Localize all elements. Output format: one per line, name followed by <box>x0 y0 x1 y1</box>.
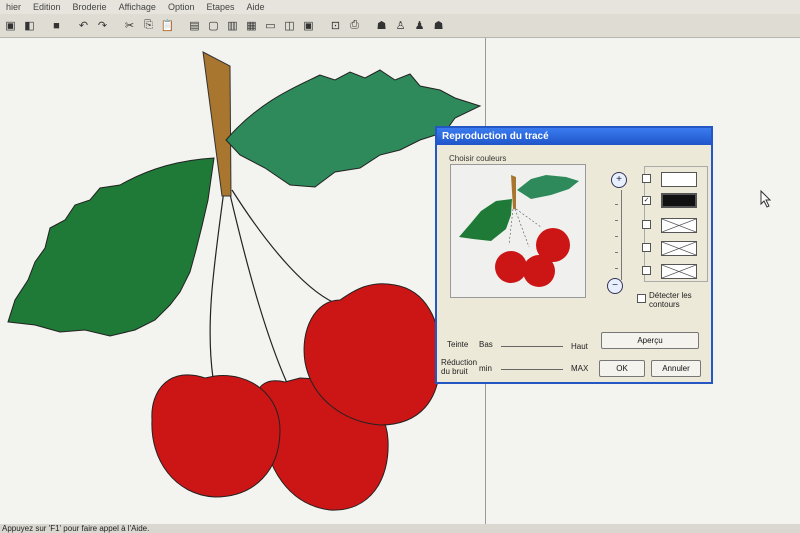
ok-button[interactable]: OK <box>599 360 645 377</box>
menu-item-broderie[interactable]: Broderie <box>67 2 113 12</box>
zoom-tick <box>615 220 618 221</box>
copy-icon[interactable]: ⎘ <box>140 17 157 34</box>
empty-swatch-cross <box>662 242 696 255</box>
cherry-left <box>151 374 281 498</box>
dialog-title[interactable]: Reproduction du tracé <box>437 128 711 145</box>
empty-swatch-cross <box>662 219 696 232</box>
redo-icon[interactable]: ↷ <box>94 17 111 34</box>
leaf-left <box>7 157 215 337</box>
open-icon[interactable]: ▣ <box>2 17 19 34</box>
toolbar: ▣ ◧ ■ ↶ ↷ ✂ ⎘ 📋 ▤ ▢ ▥ ▦ ▭ ◫ ▣ ⊡ ⎙ ☗ ♙ ♟ … <box>0 14 800 38</box>
window-icon[interactable]: ◫ <box>281 17 298 34</box>
color-checkbox-4[interactable] <box>642 243 651 252</box>
toolbar-separator <box>113 17 119 34</box>
zoom-tick <box>615 268 618 269</box>
toolbar-separator <box>40 17 46 34</box>
detect-contours-checkbox[interactable] <box>637 294 646 303</box>
frame-icon[interactable]: ▢ <box>205 17 222 34</box>
print-icon[interactable]: ⎙ <box>346 17 363 34</box>
layer-icon[interactable]: ▥ <box>224 17 241 34</box>
preview-thumbnail <box>459 175 579 287</box>
preview-leaf-left <box>459 199 512 241</box>
noise-label: Réduction du bruit <box>441 358 478 376</box>
preview-cherry-right <box>536 228 570 262</box>
noise-slider[interactable] <box>501 369 563 370</box>
menu-item-file[interactable]: hier <box>0 2 27 12</box>
monitor-icon[interactable]: ⊡ <box>327 17 344 34</box>
trace-dialog: Reproduction du tracé Choisir couleurs +… <box>435 126 713 384</box>
image-icon[interactable]: ▤ <box>186 17 203 34</box>
color-checkbox-5[interactable] <box>642 266 651 275</box>
color-checkbox-1[interactable] <box>642 174 651 183</box>
choose-colors-label: Choisir couleurs <box>449 154 507 163</box>
grid-icon[interactable]: ▦ <box>243 17 260 34</box>
menu-item-affichage[interactable]: Affichage <box>113 2 162 12</box>
save-icon[interactable]: ◧ <box>21 17 38 34</box>
user-icon[interactable]: ☗ <box>373 17 390 34</box>
toolbar-separator <box>319 17 325 34</box>
preview-stems <box>508 208 542 248</box>
color-swatch-3[interactable] <box>661 218 697 233</box>
screen-icon[interactable]: ▭ <box>262 17 279 34</box>
view-icon[interactable]: ▣ <box>300 17 317 34</box>
cancel-button[interactable]: Annuler <box>651 360 701 377</box>
empty-swatch-cross <box>662 265 696 278</box>
user-outline-icon[interactable]: ♙ <box>392 17 409 34</box>
status-bar: Appuyez sur 'F1' pour faire appel à l'Ai… <box>0 524 800 533</box>
noise-max-label: MAX <box>571 364 589 373</box>
color-swatch-4[interactable] <box>661 241 697 256</box>
zoom-out-icon[interactable]: − <box>607 278 623 294</box>
penguin-icon[interactable]: ♟ <box>411 17 428 34</box>
color-checkbox-3[interactable] <box>642 220 651 229</box>
tint-high-label: Haut <box>571 342 588 351</box>
zoom-tick <box>615 252 618 253</box>
stop-icon[interactable]: ■ <box>48 17 65 34</box>
paste-icon[interactable]: 📋 <box>159 17 176 34</box>
preview-leaf-right <box>517 175 579 199</box>
detect-contours-label: Détecter les contours <box>649 291 692 309</box>
preview-stem <box>511 175 516 209</box>
cut-icon[interactable]: ✂ <box>121 17 138 34</box>
zoom-slider[interactable] <box>621 190 622 280</box>
preview-cherry-left <box>495 251 527 283</box>
toolbar-separator <box>67 17 73 34</box>
user-alt-icon[interactable]: ☗ <box>430 17 447 34</box>
stem-line <box>228 189 288 384</box>
toolbar-separator <box>365 17 371 34</box>
noise-min-label: min <box>479 364 492 373</box>
menu-bar: hier Edition Broderie Affichage Option E… <box>0 0 800 14</box>
stem-line <box>231 189 341 306</box>
stem-line <box>209 189 225 379</box>
color-swatch-5[interactable] <box>661 264 697 279</box>
menu-item-aide[interactable]: Aide <box>241 2 271 12</box>
color-swatch-2[interactable] <box>661 193 697 208</box>
zoom-tick <box>615 204 618 205</box>
undo-icon[interactable]: ↶ <box>75 17 92 34</box>
tint-label: Teinte <box>447 340 469 349</box>
menu-item-option[interactable]: Option <box>162 2 201 12</box>
menu-item-edition[interactable]: Edition <box>27 2 67 12</box>
tint-low-label: Bas <box>479 340 493 349</box>
toolbar-separator <box>178 17 184 34</box>
zoom-in-icon[interactable]: + <box>611 172 627 188</box>
pointer-icon <box>760 189 772 208</box>
zoom-tick <box>615 236 618 237</box>
preview-button[interactable]: Aperçu <box>601 332 699 349</box>
tint-slider[interactable] <box>501 346 563 347</box>
color-swatch-1[interactable] <box>661 172 697 187</box>
preview-pane <box>450 164 586 298</box>
menu-item-etapes[interactable]: Etapes <box>200 2 240 12</box>
color-checkbox-2[interactable]: ✓ <box>642 196 651 205</box>
